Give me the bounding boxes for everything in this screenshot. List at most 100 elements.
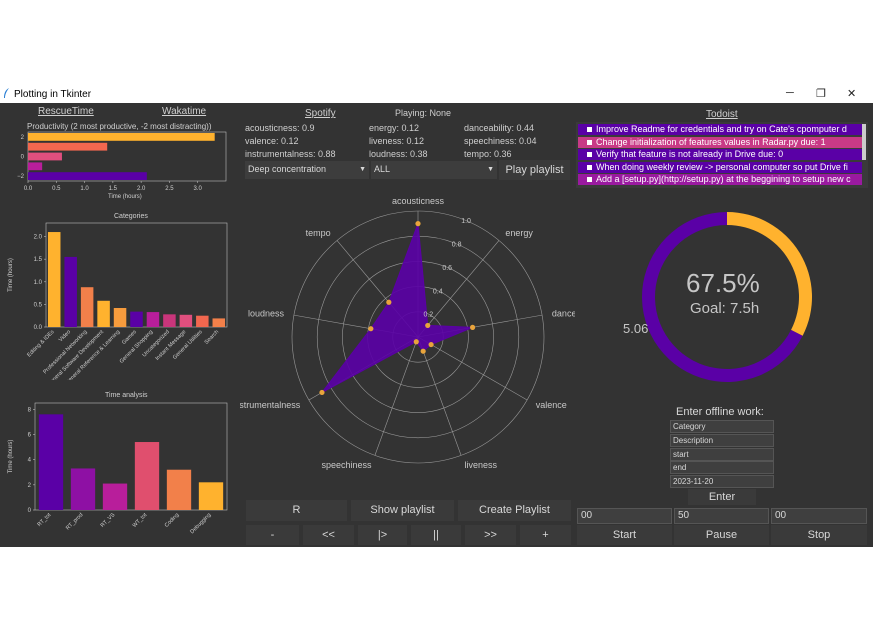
bar xyxy=(134,442,160,510)
bar xyxy=(70,468,96,510)
radar-axis-label: instrumentalness xyxy=(240,400,301,410)
x-tick-label: 2.0 xyxy=(137,186,146,192)
y-tick-label: 2.0 xyxy=(34,235,43,241)
y-tick-label: 0 xyxy=(21,155,25,161)
x-tick-label: WT_tot xyxy=(132,512,149,529)
todo-item[interactable]: Change initialization of features values… xyxy=(578,136,862,148)
r-button[interactable]: R xyxy=(246,500,347,521)
rescuetime-link[interactable]: RescueTime xyxy=(38,106,94,117)
spotify-link[interactable]: Spotify xyxy=(305,108,336,119)
goal-done-hours: 5.06 xyxy=(623,321,649,336)
radar-point xyxy=(319,389,325,396)
productivity-bar xyxy=(28,142,108,151)
checkbox[interactable] xyxy=(587,164,592,170)
minimize-button[interactable]: ─ xyxy=(786,87,794,99)
todo-item[interactable]: When doing weekly review -> personal com… xyxy=(578,161,862,173)
x-tick-label: 2.5 xyxy=(165,186,174,192)
radar-tick-label: 0.6 xyxy=(442,265,452,272)
todo-text: When doing weekly review -> personal com… xyxy=(596,161,848,172)
productivity-bar xyxy=(28,152,62,161)
radar-point xyxy=(413,339,419,345)
bar xyxy=(80,287,94,327)
radar-area xyxy=(321,223,473,393)
x-tick-label: 0.5 xyxy=(52,186,61,192)
playlist-select[interactable]: Deep concentration ▼ xyxy=(245,161,369,179)
feature-instrumentalness: instrumentalness: 0.88 xyxy=(245,149,336,159)
radar-axis-label: speechiness xyxy=(321,460,372,470)
radar-point xyxy=(428,341,434,348)
categories-plot: Editing & IDEs VideoProfessional Networki… xyxy=(8,222,228,380)
x-tick-label: 1.0 xyxy=(80,186,89,192)
radar-axis-label: energy xyxy=(505,228,533,238)
bar xyxy=(179,314,193,327)
category-field[interactable]: Category xyxy=(670,420,774,433)
radar-point xyxy=(386,299,392,305)
checkbox[interactable] xyxy=(587,127,592,133)
feature-danceability: danceability: 0.44 xyxy=(464,123,535,133)
wakatime-link[interactable]: Wakatime xyxy=(162,106,206,117)
pause-button[interactable]: || xyxy=(411,525,461,545)
todo-item[interactable]: Verify that feature is not already in Dr… xyxy=(578,149,862,160)
bar xyxy=(196,315,209,327)
start-button[interactable]: Start xyxy=(577,525,672,545)
show-playlist-button[interactable]: Show playlist xyxy=(351,500,454,521)
description-field[interactable]: Description xyxy=(670,434,774,447)
feature-speechiness: speechiness: 0.04 xyxy=(464,136,537,146)
radar-tick-label: 0.4 xyxy=(433,288,443,295)
start-field[interactable]: start xyxy=(670,448,774,461)
todoist-link[interactable]: Todoist xyxy=(706,109,738,120)
goal-percent: 67.5% xyxy=(686,268,760,298)
radar-point xyxy=(368,326,374,332)
x-tick-label: Debugging xyxy=(189,512,212,535)
seconds-field[interactable]: 00 xyxy=(771,508,867,524)
maximize-button[interactable]: ❐ xyxy=(816,87,826,100)
radar-axis-label: danceability xyxy=(552,308,575,318)
bar xyxy=(198,482,224,510)
end-field[interactable]: end xyxy=(670,461,774,474)
bar xyxy=(102,483,128,510)
time-analysis-plot: RT_tot RT_prod RT_VS WT_tot Coding Debugging 0… xyxy=(8,402,228,535)
checkbox[interactable] xyxy=(587,152,592,158)
todo-item[interactable]: Add a [setup.py](http://setup.py) at the… xyxy=(578,174,862,185)
radar-tick-label: 0.2 xyxy=(423,312,433,319)
minutes-field[interactable]: 50 xyxy=(674,508,769,524)
radar-point xyxy=(469,324,476,330)
x-tick-label: RT_tot xyxy=(37,512,53,528)
y-tick-label: 1.5 xyxy=(34,257,43,263)
checkbox[interactable] xyxy=(587,177,592,183)
bar xyxy=(212,318,226,327)
radar-axis-label: loudness xyxy=(248,308,285,318)
date-field[interactable]: 2023-11-20 xyxy=(670,475,774,488)
volume-up-button[interactable]: + xyxy=(520,525,571,545)
radar-tick-label: 0.8 xyxy=(452,242,462,249)
checkbox[interactable] xyxy=(587,139,592,145)
enter-button[interactable]: Enter xyxy=(688,489,756,505)
bar xyxy=(166,469,192,510)
time-analysis-chart: Time analysis RT_tot RT_prod RT_VS WT_tot Co… xyxy=(0,390,240,547)
forward-button[interactable]: >> xyxy=(465,525,516,545)
plot-frame xyxy=(34,402,228,511)
bar xyxy=(163,314,176,327)
hours-field[interactable]: 00 xyxy=(577,508,672,524)
radar-chart: 0.2 0.4 0.6 0.8 1.0 acousticness energy danceab… xyxy=(240,196,575,470)
todo-item[interactable]: Improve Readme for credentials and try o… xyxy=(578,124,862,135)
radar-point xyxy=(425,322,431,329)
genre-select[interactable]: ALL ▼ xyxy=(371,161,497,179)
feature-energy: energy: 0.12 xyxy=(369,123,420,133)
x-tick-label: Coding xyxy=(164,512,181,529)
productivity-bar xyxy=(28,133,215,141)
create-playlist-button[interactable]: Create Playlist xyxy=(458,500,571,521)
x-tick-label: RT_prod xyxy=(65,512,84,531)
window-title: Plotting in Tkinter xyxy=(14,89,92,100)
stop-button[interactable]: Stop xyxy=(771,525,867,545)
todo-text: Add a [setup.py](http://setup.py) at the… xyxy=(596,174,851,184)
radar-tick-label: 1.0 xyxy=(461,218,471,225)
play-button[interactable]: |> xyxy=(358,525,407,545)
timer-pause-button[interactable]: Pause xyxy=(674,525,769,545)
rewind-button[interactable]: << xyxy=(303,525,354,545)
play-playlist-button[interactable]: Play playlist xyxy=(499,160,570,180)
close-button[interactable]: ✕ xyxy=(847,87,856,100)
offline-title: Enter offline work: xyxy=(676,406,764,418)
todo-scrollbar[interactable] xyxy=(862,124,866,160)
volume-down-button[interactable]: - xyxy=(246,525,299,545)
